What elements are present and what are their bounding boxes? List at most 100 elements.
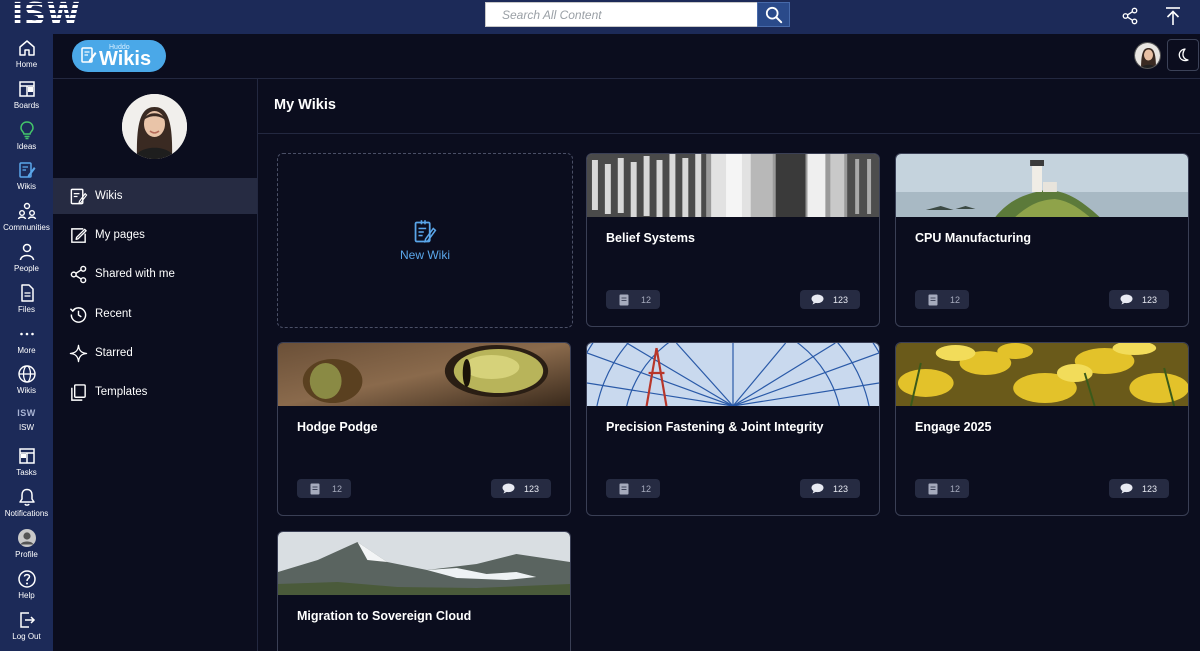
comment-count-badge: 123 [491, 479, 551, 498]
page-icon [619, 294, 629, 305]
nav-item-my-pages[interactable]: My pages [53, 217, 257, 253]
rail-item-files[interactable]: Files [0, 281, 53, 321]
card-title: CPU Manufacturing [915, 231, 1031, 245]
globe-icon [17, 365, 36, 383]
lightbulb-icon [19, 121, 34, 140]
home-icon [18, 40, 35, 56]
page-icon [928, 483, 938, 494]
card-title: Hodge Podge [297, 420, 378, 434]
comment-icon [1120, 483, 1133, 494]
rail-item-ideas[interactable]: Ideas [0, 118, 53, 158]
profile-avatar-icon [17, 529, 36, 547]
communities-icon [17, 202, 36, 220]
rail-label: Files [18, 305, 35, 314]
comment-count-badge: 123 [1109, 290, 1169, 309]
nav-item-recent[interactable]: Recent [53, 296, 257, 332]
rail-label: ISW [18, 423, 35, 432]
share-button[interactable] [1118, 4, 1142, 28]
file-icon [20, 284, 34, 302]
nav-item-starred[interactable]: Starred [53, 335, 257, 371]
search-input[interactable] [486, 3, 757, 26]
nav-item-wikis[interactable]: Wikis [53, 178, 257, 214]
rail-item-tasks[interactable]: Tasks [0, 444, 53, 484]
page-count: 12 [332, 483, 343, 494]
comment-icon [811, 483, 824, 494]
page-count-badge: 12 [606, 290, 660, 309]
nav-label: Starred [95, 347, 133, 359]
person-icon [19, 243, 34, 261]
wiki-card[interactable]: CPU Manufacturing 12 123 [895, 153, 1189, 327]
rail-label: Ideas [16, 142, 37, 151]
wiki-card[interactable]: Precision Fastening & Joint Integrity 12… [586, 342, 880, 516]
nav-label: Recent [95, 308, 132, 320]
rail-label: Home [15, 60, 38, 69]
search-field[interactable] [485, 2, 758, 27]
badge-title: Wikis [99, 48, 152, 70]
new-wiki-button[interactable]: New Wiki [277, 153, 573, 328]
rail-label: Profile [15, 550, 38, 559]
rail-label: Boards [13, 101, 40, 110]
rail-label: Communities [3, 223, 50, 232]
page-icon [310, 483, 320, 494]
nav-label: My pages [95, 229, 145, 241]
more-icon [19, 332, 34, 336]
rail-item-boards[interactable]: Boards [0, 77, 53, 117]
nav-item-templates[interactable]: Templates [53, 374, 257, 410]
page-count-badge: 12 [915, 479, 969, 498]
wiki-card[interactable]: Belief Systems 12 123 [586, 153, 880, 327]
app-rail: Home Boards Ideas Wikis Communities Peop… [0, 34, 53, 651]
top-bar: ISW [0, 0, 1200, 34]
comment-count: 123 [1142, 483, 1158, 494]
nav-label: Shared with me [95, 268, 175, 280]
wiki-card[interactable]: Migration to Sovereign Cloud [277, 531, 571, 651]
card-cover-image [896, 343, 1188, 406]
page-icon [928, 294, 938, 305]
rail-item-help[interactable]: Help [0, 567, 53, 607]
comment-count: 123 [833, 294, 849, 305]
wiki-card[interactable]: Hodge Podge 12 123 [277, 342, 571, 516]
card-cover-image [587, 154, 879, 217]
logout-icon [19, 612, 35, 628]
rail-item-notifications[interactable]: Notifications [0, 485, 53, 525]
nav-label: Templates [95, 386, 148, 398]
page-count-badge: 12 [915, 290, 969, 309]
card-title: Engage 2025 [915, 420, 992, 434]
comment-icon [502, 483, 515, 494]
rail-item-wikis[interactable]: Wikis [0, 158, 53, 198]
wiki-doc-icon [70, 188, 88, 204]
theme-toggle-button[interactable] [1167, 39, 1199, 71]
rail-label: Wikis [16, 182, 37, 191]
scroll-to-top-button[interactable] [1161, 4, 1185, 28]
wiki-header: Huddo Wikis [53, 34, 1200, 79]
nav-item-shared-with-me[interactable]: Shared with me [53, 256, 257, 292]
comment-count-badge: 123 [800, 290, 860, 309]
page-count: 12 [950, 483, 961, 494]
huddo-wikis-logo[interactable]: Huddo Wikis [72, 40, 166, 72]
comment-icon [811, 294, 824, 305]
comment-count: 123 [833, 483, 849, 494]
wiki-sidebar: Wikis My pages Shared with me Recent Sta… [53, 79, 258, 651]
profile-avatar[interactable] [122, 94, 187, 159]
sparkle-icon [69, 344, 88, 362]
rail-item-logout[interactable]: Log Out [0, 608, 53, 648]
comment-count-badge: 123 [800, 479, 860, 498]
user-avatar[interactable] [1134, 42, 1161, 69]
search-button[interactable] [757, 2, 790, 27]
isw-logo[interactable]: ISW [12, 0, 81, 30]
rail-item-people[interactable]: People [0, 240, 53, 280]
rail-item-more[interactable]: More [0, 322, 53, 362]
rail-item-communities[interactable]: Communities [0, 199, 53, 239]
wiki-card[interactable]: Engage 2025 12 123 [895, 342, 1189, 516]
upload-arrow-icon [1166, 7, 1180, 25]
page-count: 12 [950, 294, 961, 305]
page-icon [619, 483, 629, 494]
rail-item-home[interactable]: Home [0, 36, 53, 76]
rail-item-profile[interactable]: Profile [0, 526, 53, 566]
card-cover-image [587, 343, 879, 406]
search-icon [765, 6, 782, 23]
page-count-badge: 12 [606, 479, 660, 498]
edit-icon [71, 227, 87, 243]
rail-item-isw[interactable]: ISW ISW [0, 402, 53, 442]
rail-item-wikis-global[interactable]: Wikis [0, 362, 53, 402]
share-icon [1122, 7, 1138, 25]
